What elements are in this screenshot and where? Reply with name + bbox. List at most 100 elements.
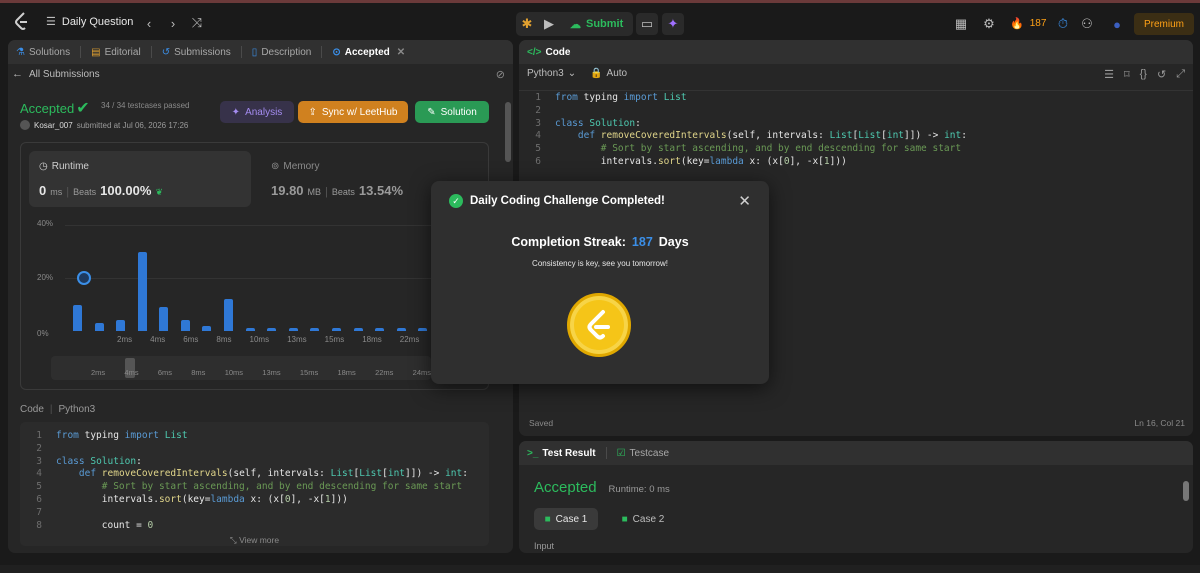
- memory-label: Memory: [283, 161, 320, 172]
- invite-button[interactable]: ⚇: [1076, 13, 1098, 35]
- chart-bar[interactable]: [159, 307, 169, 331]
- tab-test-result[interactable]: >_ Test Result: [527, 448, 596, 459]
- solution-button[interactable]: ✎ Solution: [415, 101, 489, 123]
- close-icon[interactable]: ✕: [738, 192, 751, 210]
- sync-leethub-button[interactable]: ⇪ Sync w/ LeetHub: [298, 101, 408, 123]
- scroll-thumb[interactable]: [505, 102, 511, 162]
- reset-icon[interactable]: ↺: [1157, 68, 1166, 81]
- chart-bar[interactable]: [353, 328, 363, 331]
- chart-bar[interactable]: [310, 328, 320, 331]
- modal-title: Daily Coding Challenge Completed!: [470, 195, 665, 207]
- view-more-label: View more: [239, 535, 280, 545]
- left-panel-tabs: ⚗ Solutions ▤ Editorial ↺ Submissions ▯ Desc…: [8, 40, 513, 64]
- layout-button[interactable]: ▦: [950, 13, 972, 35]
- streak-line: Completion Streak: 187 Days: [431, 235, 769, 249]
- braces-icon[interactable]: {}: [1140, 68, 1147, 81]
- mini-x-tick: 15ms: [299, 368, 319, 377]
- run-button[interactable]: ▶: [538, 12, 560, 36]
- x-tick: 15ms: [324, 335, 345, 344]
- close-icon[interactable]: ✕: [397, 47, 405, 58]
- fullscreen-icon[interactable]: ⤢: [1176, 68, 1185, 81]
- tab-editorial[interactable]: ▤ Editorial: [91, 47, 141, 58]
- chart-bar[interactable]: [375, 328, 385, 331]
- timer-button[interactable]: ⏱: [1052, 13, 1074, 35]
- chart-bar[interactable]: [331, 328, 341, 331]
- streak-counter[interactable]: 🔥 187: [1010, 17, 1046, 30]
- coin-badge-icon: [567, 293, 631, 357]
- chart-bar[interactable]: [116, 320, 126, 331]
- leetcode-logo-icon[interactable]: [14, 12, 30, 30]
- auto-toggle[interactable]: 🔒 Auto: [590, 68, 627, 79]
- x-tick: 2ms: [117, 335, 133, 344]
- chart-bar[interactable]: [224, 299, 234, 331]
- premium-button[interactable]: Premium: [1134, 13, 1195, 35]
- avatar[interactable]: ●: [1106, 13, 1128, 35]
- tab-accepted[interactable]: ⊙ Accepted ✕: [332, 47, 405, 58]
- tab-testcase[interactable]: ☑ Testcase: [617, 448, 669, 459]
- case-2-tab[interactable]: ■ Case 2: [611, 508, 675, 530]
- result-tabs: >_ Test Result ☑ Testcase: [519, 441, 1193, 465]
- avatar: [20, 120, 30, 130]
- problem-list-link[interactable]: ☰ Daily Question: [46, 15, 134, 29]
- runtime-card[interactable]: ◷ Runtime 0 ms | Beats 100.00% ❦: [29, 151, 251, 207]
- divider: |: [49, 404, 53, 415]
- result-runtime: Runtime: 0 ms: [608, 484, 670, 495]
- list-icon: ☰: [46, 16, 56, 28]
- code-header: Code: [20, 404, 44, 415]
- problem-list-label: Daily Question: [61, 15, 134, 28]
- chart-bar[interactable]: [418, 328, 428, 331]
- shuffle-icon: ⤨: [191, 15, 203, 30]
- chart-bars: [71, 225, 481, 331]
- sync-label: Sync w/ LeetHub: [321, 106, 398, 118]
- next-problem-button[interactable]: ›: [162, 12, 184, 34]
- user-marker[interactable]: [77, 271, 91, 285]
- chart-bar[interactable]: [396, 328, 406, 331]
- mini-x-tick: 4ms: [124, 368, 139, 377]
- debug-button[interactable]: ✱: [516, 12, 538, 36]
- chart-bar[interactable]: [180, 320, 190, 331]
- chart-bar[interactable]: [73, 304, 82, 331]
- back-to-submissions[interactable]: ← All Submissions: [12, 68, 100, 80]
- case-label: Case 2: [632, 513, 665, 525]
- chart-bar[interactable]: [137, 251, 147, 331]
- tab-solutions[interactable]: ⚗ Solutions: [16, 47, 70, 58]
- tab-label: Testcase: [629, 447, 670, 459]
- username[interactable]: Kosar_007: [34, 121, 73, 130]
- tab-submissions[interactable]: ↺ Submissions: [162, 47, 231, 58]
- x-tick: 8ms: [216, 335, 232, 344]
- settings-button[interactable]: ⚙: [978, 13, 1000, 35]
- chart-bar[interactable]: [267, 328, 277, 331]
- chart-bar[interactable]: [288, 328, 298, 331]
- y-tick: 40%: [37, 219, 54, 228]
- arrow-left-icon: ←: [12, 68, 23, 80]
- result-panel: >_ Test Result ☑ Testcase Accepted Runtime…: [519, 441, 1193, 553]
- format-icon[interactable]: ☰: [1104, 68, 1114, 81]
- code-editor[interactable]: 1 from typing import List 2 3 class Solution…: [519, 92, 967, 169]
- analysis-button[interactable]: ✦ Analysis: [220, 101, 294, 123]
- prev-problem-button[interactable]: ‹: [138, 12, 160, 34]
- check-circle-icon: ⊙: [332, 46, 341, 58]
- bookmark-icon[interactable]: ⌑: [1124, 68, 1130, 81]
- ai-button[interactable]: ✦: [662, 13, 684, 35]
- range-slider[interactable]: 2ms 4ms 6ms 8ms 10ms 13ms 15ms 18ms 22ms 24ms: [51, 356, 431, 380]
- share-link-icon[interactable]: ⊘: [496, 68, 505, 81]
- tab-label: Description: [261, 46, 312, 58]
- case-1-tab[interactable]: ■ Case 1: [534, 508, 598, 530]
- gear-icon: ⚙: [983, 16, 995, 31]
- streak-value: 187: [631, 235, 653, 249]
- code-panel-title: Code: [545, 46, 571, 58]
- chart-bar[interactable]: [202, 325, 212, 331]
- shuffle-button[interactable]: ⤨: [186, 12, 208, 34]
- notes-button[interactable]: ▭: [636, 13, 658, 35]
- language-select[interactable]: Python3 ⌄: [527, 68, 576, 79]
- chart-bar[interactable]: [245, 328, 255, 331]
- tab-description[interactable]: ▯ Description: [252, 47, 312, 58]
- solution-label: Solution: [440, 106, 477, 118]
- scroll-thumb[interactable]: [1183, 481, 1189, 501]
- auto-label: Auto: [606, 68, 628, 79]
- divider: |: [66, 186, 70, 198]
- view-more-button[interactable]: ⤡ View more: [20, 535, 489, 546]
- tab-label: Test Result: [542, 447, 596, 459]
- submit-button[interactable]: ☁ Submit: [560, 18, 633, 31]
- chart-bar[interactable]: [94, 323, 104, 331]
